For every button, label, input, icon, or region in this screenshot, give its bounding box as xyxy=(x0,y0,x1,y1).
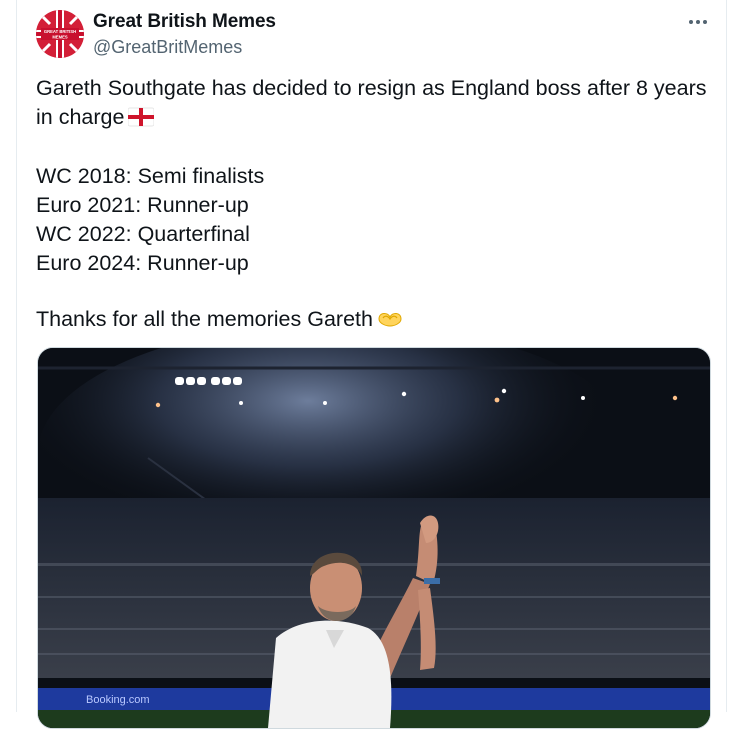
more-icon[interactable] xyxy=(684,12,712,32)
account-handle[interactable]: @GreatBritMemes xyxy=(93,37,242,58)
tweet-list-item: Euro 2024: Runner-up xyxy=(36,251,249,275)
tweet-list-item: WC 2022: Quarterfinal xyxy=(36,222,250,246)
heart-hands-icon xyxy=(377,308,403,337)
avatar-text-bottom: MEMES xyxy=(52,35,68,40)
display-name[interactable]: Great British Memes xyxy=(93,11,276,33)
more-dot xyxy=(703,20,707,24)
tweet-photo[interactable]: Booking.com xyxy=(37,347,711,729)
tweet-list-item: Euro 2021: Runner-up xyxy=(36,193,249,217)
tweet-list-item: WC 2018: Semi finalists xyxy=(36,164,265,188)
avatar[interactable]: GREAT BRITISH MEMES xyxy=(36,10,84,58)
tweet-closing-text: Thanks for all the memories Gareth xyxy=(36,307,373,331)
avatar-text-top: GREAT BRITISH xyxy=(44,29,76,34)
tweet-intro: Gareth Southgate has decided to resign a… xyxy=(36,74,716,135)
ad-board-text: Booking.com xyxy=(86,694,150,706)
tweet-closing: Thanks for all the memories Gareth xyxy=(36,305,716,337)
more-dot xyxy=(689,20,693,24)
england-flag-icon xyxy=(127,106,155,135)
more-dot xyxy=(696,20,700,24)
tweet-text: Gareth Southgate has decided to resign a… xyxy=(36,74,716,337)
